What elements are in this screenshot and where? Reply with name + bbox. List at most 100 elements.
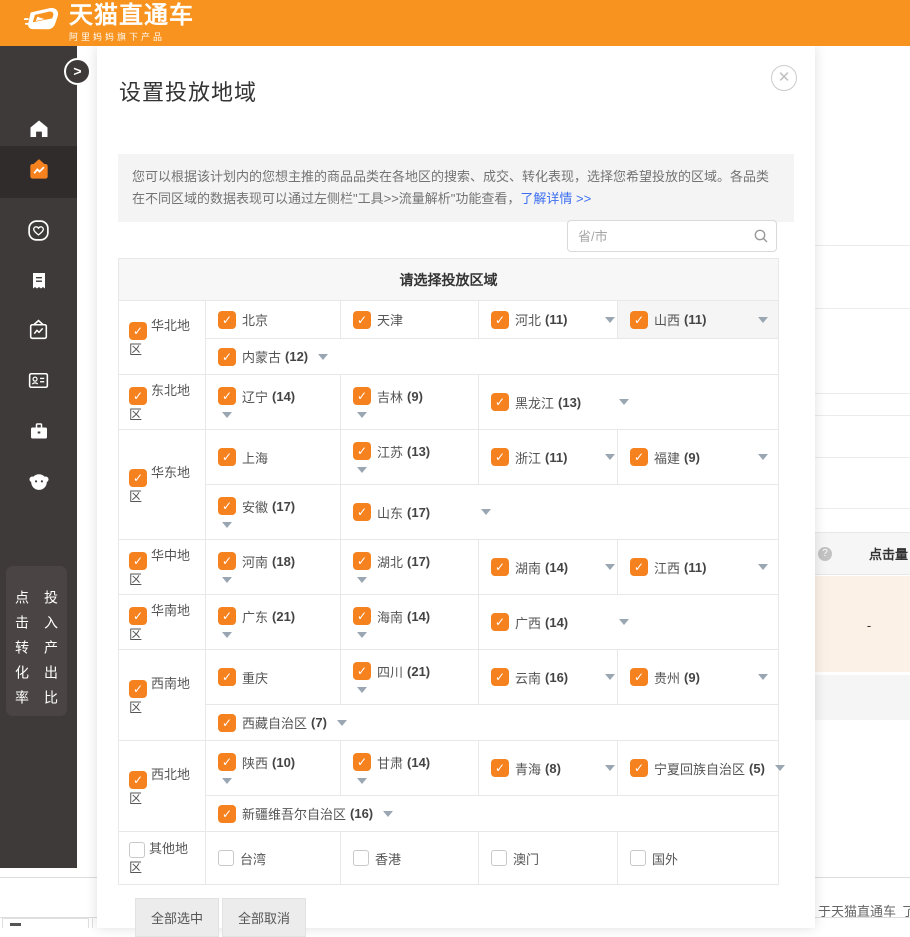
chevron-down-icon[interactable]	[758, 454, 768, 460]
province-cell[interactable]: ✓浙江(11)	[479, 430, 618, 485]
checkbox-checked[interactable]: ✓	[218, 448, 236, 466]
province-cell[interactable]: ✓西藏自治区(7)	[206, 705, 779, 741]
checkbox-unchecked[interactable]	[491, 850, 507, 866]
checkbox-checked[interactable]: ✓	[129, 552, 147, 570]
checkbox-checked[interactable]: ✓	[129, 322, 147, 340]
province-cell[interactable]: ✓湖南(14)	[479, 540, 618, 595]
chevron-down-icon[interactable]	[619, 399, 629, 405]
checkbox-checked[interactable]: ✓	[630, 448, 648, 466]
checkbox-checked[interactable]: ✓	[218, 552, 236, 570]
chevron-down-icon[interactable]	[222, 522, 232, 528]
region-group-cell[interactable]: ✓东北地区	[119, 375, 206, 430]
province-cell[interactable]: ✓上海	[206, 430, 341, 485]
checkbox-checked[interactable]: ✓	[353, 311, 371, 329]
chevron-down-icon[interactable]	[222, 577, 232, 583]
checkbox-checked[interactable]: ✓	[491, 613, 509, 631]
checkbox-checked[interactable]: ✓	[630, 668, 648, 686]
checkbox-checked[interactable]: ✓	[129, 387, 147, 405]
chevron-down-icon[interactable]	[481, 509, 491, 515]
province-cell[interactable]: ✓山西(11)	[618, 301, 779, 339]
province-cell[interactable]: ✓新疆维吾尔自治区(16)	[206, 796, 779, 832]
checkbox-checked[interactable]: ✓	[218, 753, 236, 771]
province-cell[interactable]: ✓辽宁(14)	[206, 375, 341, 430]
province-cell[interactable]: ✓广西(14)	[479, 595, 779, 650]
province-cell[interactable]: ✓北京	[206, 301, 341, 339]
region-group-cell[interactable]: ✓华东地区	[119, 430, 206, 540]
sidebar-item-shop[interactable]	[0, 310, 77, 356]
checkbox-checked[interactable]: ✓	[630, 759, 648, 777]
chevron-down-icon[interactable]	[758, 674, 768, 680]
checkbox-checked[interactable]: ✓	[491, 558, 509, 576]
search-input[interactable]	[567, 220, 777, 252]
province-cell[interactable]: ✓天津	[341, 301, 479, 339]
province-cell[interactable]: ✓黑龙江(13)	[479, 375, 779, 430]
province-cell[interactable]: 澳门	[479, 832, 618, 885]
learn-more-link[interactable]: 了解详情 >>	[520, 191, 591, 206]
chevron-down-icon[interactable]	[357, 778, 367, 784]
province-cell[interactable]: ✓甘肃(14)	[341, 741, 479, 796]
sidebar-item-campaign-active[interactable]	[0, 146, 77, 198]
sidebar-item-favorites[interactable]	[0, 210, 77, 256]
sidebar-metric-panel[interactable]: 点击转化率 投入产出比	[6, 566, 67, 716]
checkbox-checked[interactable]: ✓	[218, 714, 236, 732]
checkbox-checked[interactable]: ✓	[491, 311, 509, 329]
chevron-down-icon[interactable]	[605, 317, 615, 323]
checkbox-checked[interactable]: ✓	[491, 759, 509, 777]
select-all-button[interactable]: 全部选中	[135, 898, 219, 937]
province-cell[interactable]: ✓福建(9)	[618, 430, 779, 485]
province-cell[interactable]: ✓青海(8)	[479, 741, 618, 796]
checkbox-checked[interactable]: ✓	[129, 469, 147, 487]
sidebar-item-reports[interactable]	[0, 260, 77, 306]
chevron-down-icon[interactable]	[619, 619, 629, 625]
checkbox-checked[interactable]: ✓	[218, 805, 236, 823]
chevron-down-icon[interactable]	[605, 674, 615, 680]
checkbox-checked[interactable]: ✓	[129, 680, 147, 698]
sidebar-item-tmall-cat[interactable]	[0, 460, 77, 506]
chevron-down-icon[interactable]	[222, 412, 232, 418]
checkbox-checked[interactable]: ✓	[218, 497, 236, 515]
checkbox-checked[interactable]: ✓	[218, 668, 236, 686]
checkbox-unchecked[interactable]	[218, 850, 234, 866]
region-group-cell[interactable]: ✓华中地区	[119, 540, 206, 595]
checkbox-checked[interactable]: ✓	[353, 387, 371, 405]
checkbox-checked[interactable]: ✓	[353, 662, 371, 680]
chevron-down-icon[interactable]	[605, 765, 615, 771]
chevron-down-icon[interactable]	[357, 412, 367, 418]
region-group-cell[interactable]: ✓华北地区	[119, 301, 206, 375]
chevron-down-icon[interactable]	[357, 687, 367, 693]
chevron-down-icon[interactable]	[318, 354, 328, 360]
checkbox-checked[interactable]: ✓	[353, 442, 371, 460]
region-group-cell[interactable]: ✓西北地区	[119, 741, 206, 832]
province-cell[interactable]: ✓湖北(17)	[341, 540, 479, 595]
chevron-down-icon[interactable]	[758, 564, 768, 570]
close-icon[interactable]: ✕	[771, 65, 797, 91]
province-cell[interactable]: ✓广东(21)	[206, 595, 341, 650]
checkbox-checked[interactable]: ✓	[353, 552, 371, 570]
province-cell[interactable]: 香港	[341, 832, 479, 885]
checkbox-checked[interactable]: ✓	[353, 607, 371, 625]
sidebar-expand-button[interactable]: >	[64, 58, 91, 85]
checkbox-checked[interactable]: ✓	[353, 503, 371, 521]
checkbox-checked[interactable]: ✓	[630, 311, 648, 329]
province-cell[interactable]: ✓河南(18)	[206, 540, 341, 595]
chevron-down-icon[interactable]	[605, 564, 615, 570]
province-cell[interactable]: ✓云南(16)	[479, 650, 618, 705]
deselect-all-button[interactable]: 全部取消	[222, 898, 306, 937]
checkbox-checked[interactable]: ✓	[491, 448, 509, 466]
province-cell[interactable]: ✓江苏(13)	[341, 430, 479, 485]
chevron-down-icon[interactable]	[605, 454, 615, 460]
province-cell[interactable]: ✓海南(14)	[341, 595, 479, 650]
province-cell[interactable]: ✓四川(21)	[341, 650, 479, 705]
help-icon[interactable]: ?	[818, 547, 832, 561]
province-cell[interactable]: ✓内蒙古(12)	[206, 339, 779, 375]
checkbox-checked[interactable]: ✓	[353, 753, 371, 771]
checkbox-unchecked[interactable]	[129, 842, 145, 858]
province-cell[interactable]: ✓宁夏回族自治区(5)	[618, 741, 779, 796]
province-cell[interactable]: 国外	[618, 832, 779, 885]
checkbox-checked[interactable]: ✓	[129, 607, 147, 625]
checkbox-checked[interactable]: ✓	[129, 771, 147, 789]
chevron-down-icon[interactable]	[337, 720, 347, 726]
chevron-down-icon[interactable]	[222, 778, 232, 784]
chevron-down-icon[interactable]	[357, 632, 367, 638]
checkbox-checked[interactable]: ✓	[218, 348, 236, 366]
